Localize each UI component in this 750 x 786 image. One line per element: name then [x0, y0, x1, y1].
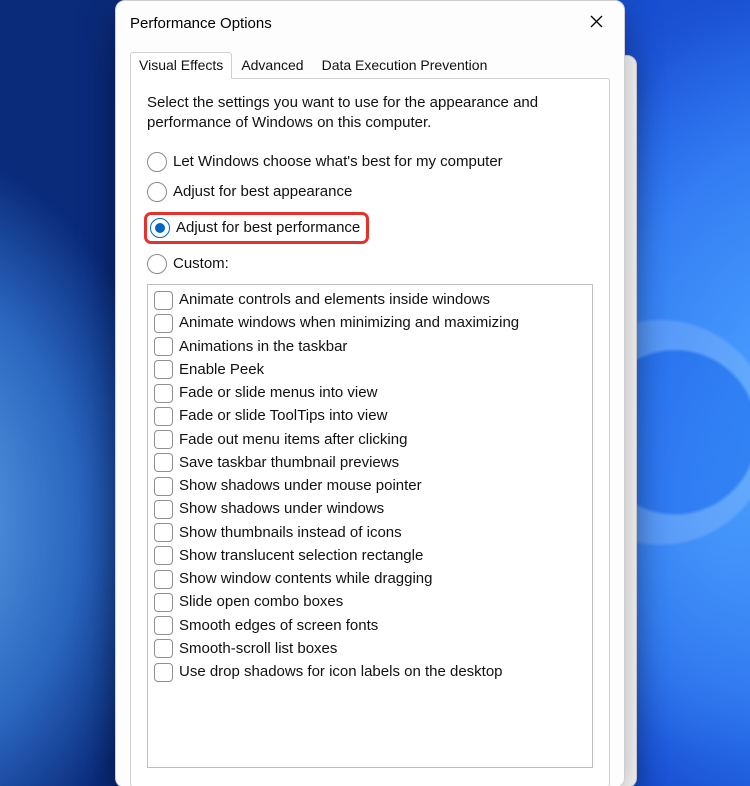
list-item-label: Save taskbar thumbnail previews: [179, 453, 399, 473]
list-item-label: Slide open combo boxes: [179, 592, 343, 612]
list-item[interactable]: Show shadows under windows: [154, 498, 586, 521]
radio-icon: [147, 254, 167, 274]
checkbox-icon[interactable]: [154, 616, 173, 635]
radio-let-windows-choose[interactable]: Let Windows choose what's best for my co…: [147, 152, 593, 172]
list-item-label: Use drop shadows for icon labels on the …: [179, 662, 503, 682]
list-item[interactable]: Animate controls and elements inside win…: [154, 289, 586, 312]
list-item-label: Fade or slide ToolTips into view: [179, 406, 387, 426]
list-item-label: Enable Peek: [179, 360, 264, 380]
checkbox-icon[interactable]: [154, 570, 173, 589]
list-item-label: Show shadows under mouse pointer: [179, 476, 422, 496]
checkbox-icon[interactable]: [154, 500, 173, 519]
list-item-label: Animate controls and elements inside win…: [179, 290, 490, 310]
list-item-label: Show translucent selection rectangle: [179, 546, 423, 566]
checkbox-icon[interactable]: [154, 430, 173, 449]
performance-options-window: Performance Options Visual Effects Advan…: [115, 0, 625, 786]
list-item-label: Animate windows when minimizing and maxi…: [179, 313, 519, 333]
list-item-label: Animations in the taskbar: [179, 337, 347, 357]
list-item[interactable]: Animate windows when minimizing and maxi…: [154, 312, 586, 335]
checkbox-icon[interactable]: [154, 639, 173, 658]
list-item-label: Fade out menu items after clicking: [179, 430, 407, 450]
list-item[interactable]: Smooth-scroll list boxes: [154, 637, 586, 660]
effects-listbox[interactable]: Animate controls and elements inside win…: [147, 284, 593, 768]
radio-label: Let Windows choose what's best for my co…: [173, 153, 503, 170]
list-item[interactable]: Show shadows under mouse pointer: [154, 475, 586, 498]
checkbox-icon[interactable]: [154, 546, 173, 565]
list-item-label: Smooth-scroll list boxes: [179, 639, 337, 659]
titlebar: Performance Options: [116, 1, 624, 41]
radio-label: Adjust for best performance: [176, 219, 360, 236]
description-text: Select the settings you want to use for …: [147, 93, 593, 134]
checkbox-icon[interactable]: [154, 337, 173, 356]
checkbox-icon[interactable]: [154, 453, 173, 472]
list-item[interactable]: Enable Peek: [154, 358, 586, 381]
list-item[interactable]: Smooth edges of screen fonts: [154, 614, 586, 637]
checkbox-icon[interactable]: [154, 314, 173, 333]
checkbox-icon[interactable]: [154, 291, 173, 310]
list-item[interactable]: Fade or slide menus into view: [154, 382, 586, 405]
list-item[interactable]: Fade out menu items after clicking: [154, 428, 586, 451]
list-item[interactable]: Show window contents while dragging: [154, 568, 586, 591]
checkbox-icon[interactable]: [154, 663, 173, 682]
radio-group: Let Windows choose what's best for my co…: [147, 152, 593, 274]
list-item-label: Show thumbnails instead of icons: [179, 523, 402, 543]
tab-visual-effects[interactable]: Visual Effects: [130, 52, 232, 79]
list-item-label: Smooth edges of screen fonts: [179, 616, 378, 636]
radio-icon: [147, 152, 167, 172]
tab-label: Advanced: [241, 57, 303, 73]
list-item[interactable]: Animations in the taskbar: [154, 335, 586, 358]
list-item[interactable]: Use drop shadows for icon labels on the …: [154, 661, 586, 684]
list-item-label: Fade or slide menus into view: [179, 383, 377, 403]
close-icon: [590, 13, 603, 33]
close-button[interactable]: [582, 9, 610, 37]
checkbox-icon[interactable]: [154, 360, 173, 379]
checkbox-icon[interactable]: [154, 593, 173, 612]
tabpanel-visual-effects: Select the settings you want to use for …: [130, 78, 610, 786]
list-item[interactable]: Show thumbnails instead of icons: [154, 521, 586, 544]
window-title: Performance Options: [130, 15, 272, 32]
checkbox-icon[interactable]: [154, 477, 173, 496]
radio-icon: [150, 218, 170, 238]
list-item-label: Show window contents while dragging: [179, 569, 432, 589]
checkbox-icon[interactable]: [154, 407, 173, 426]
tab-label: Visual Effects: [139, 57, 223, 73]
checkbox-icon[interactable]: [154, 523, 173, 542]
radio-icon: [147, 182, 167, 202]
tab-label: Data Execution Prevention: [322, 57, 488, 73]
list-item[interactable]: Save taskbar thumbnail previews: [154, 451, 586, 474]
radio-custom[interactable]: Custom:: [147, 254, 593, 274]
desktop-wallpaper: Performance Options Visual Effects Advan…: [0, 0, 750, 786]
tab-advanced[interactable]: Advanced: [232, 52, 312, 79]
radio-best-appearance[interactable]: Adjust for best appearance: [147, 182, 593, 202]
list-item[interactable]: Slide open combo boxes: [154, 591, 586, 614]
radio-label: Adjust for best appearance: [173, 183, 352, 200]
list-item[interactable]: Show translucent selection rectangle: [154, 544, 586, 567]
checkbox-icon[interactable]: [154, 384, 173, 403]
tab-dep[interactable]: Data Execution Prevention: [313, 52, 497, 79]
list-item[interactable]: Fade or slide ToolTips into view: [154, 405, 586, 428]
radio-label: Custom:: [173, 255, 229, 272]
tabstrip: Visual Effects Advanced Data Execution P…: [116, 51, 624, 78]
radio-best-performance[interactable]: Adjust for best performance: [144, 212, 369, 244]
list-item-label: Show shadows under windows: [179, 499, 384, 519]
